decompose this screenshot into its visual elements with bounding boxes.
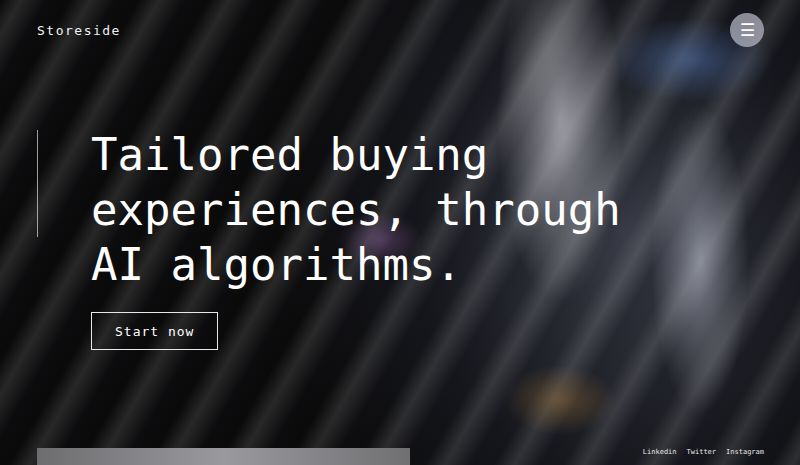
header: Storeside ☰: [0, 0, 800, 47]
logo[interactable]: Storeside: [37, 23, 121, 38]
start-button[interactable]: Start now: [91, 312, 218, 350]
headline-line: Tailored buying: [91, 127, 621, 182]
footer: Linkedin Twitter Instagram: [0, 448, 800, 465]
preview-bar: [37, 448, 410, 465]
headline-line: AI algorithms.: [91, 237, 621, 292]
hero-content: Tailored buyingexperiences, throughAI al…: [38, 127, 621, 350]
hero: Tailored buyingexperiences, throughAI al…: [0, 47, 800, 350]
side-line: [37, 130, 38, 237]
social-link[interactable]: Instagram: [726, 448, 764, 456]
headline: Tailored buyingexperiences, throughAI al…: [91, 127, 621, 292]
social-link[interactable]: Twitter: [687, 448, 717, 456]
social-link[interactable]: Linkedin: [643, 448, 677, 456]
headline-line: experiences, through: [91, 182, 621, 237]
landing-page: Storeside ☰ Tailored buyingexperiences, th…: [0, 0, 800, 465]
menu-button[interactable]: ☰: [730, 13, 764, 47]
social-links: Linkedin Twitter Instagram: [643, 448, 764, 465]
